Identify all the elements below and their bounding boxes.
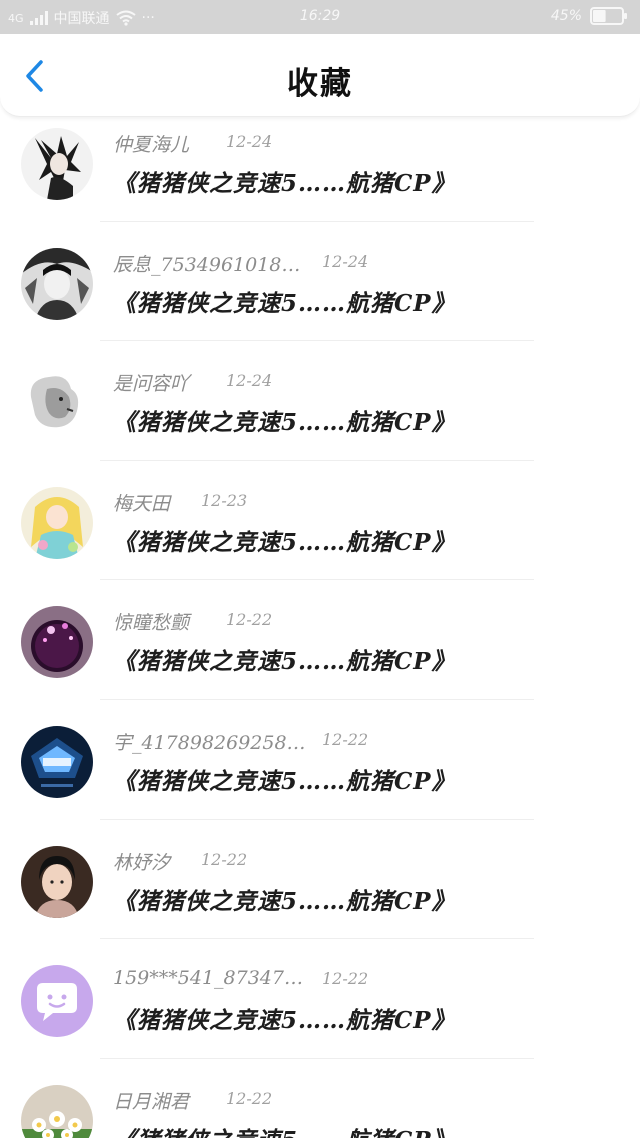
- battery-icon: [590, 7, 628, 25]
- divider: [100, 579, 534, 581]
- avatar[interactable]: [21, 128, 93, 200]
- username: 惊瞳愁颤: [113, 612, 190, 635]
- favorite-meta: 惊瞳愁颤 12-22: [113, 608, 272, 636]
- favorite-date: 12-22: [226, 1088, 273, 1108]
- favorite-title[interactable]: 《猪猪侠之竞速5……航猪CP》: [113, 523, 456, 557]
- avatar[interactable]: [21, 1084, 93, 1138]
- status-time: 16:29: [299, 8, 341, 24]
- divider: [100, 459, 534, 461]
- username: 159***541_87347…: [113, 967, 303, 990]
- favorite-date: 12-22: [322, 729, 369, 749]
- favorite-meta: 159***541_87347… 12-22: [113, 967, 368, 995]
- favorite-title[interactable]: 《猪猪侠之竞速5……航猪CP》: [113, 403, 456, 437]
- favorite-meta: 辰息_7534961018… 12-24: [113, 250, 368, 278]
- avatar[interactable]: [21, 965, 93, 1038]
- username: 梅天田: [113, 492, 171, 515]
- favorite-meta: 林妤汐 12-22: [113, 848, 247, 876]
- header: 收藏: [0, 34, 640, 117]
- page-title: 收藏: [287, 66, 353, 102]
- favorite-meta: 梅天田 12-23: [113, 489, 247, 517]
- battery-percent: 45%: [550, 8, 582, 24]
- favorite-date: 12-22: [322, 969, 369, 989]
- favorite-date: 12-22: [226, 610, 273, 630]
- avatar[interactable]: [21, 606, 93, 679]
- favorite-item[interactable]: 159***541_87347… 12-22 《猪猪侠之竞速5……航猪CP》: [0, 953, 640, 1073]
- divider: [100, 340, 534, 342]
- favorite-date: 12-24: [322, 251, 369, 271]
- favorite-title[interactable]: 《猪猪侠之竞速5……航猪CP》: [113, 1001, 456, 1035]
- favorite-title[interactable]: 《猪猪侠之竞速5……航猪CP》: [113, 642, 456, 676]
- favorite-item[interactable]: 辰息_7534961018… 12-24 《猪猪侠之竞速5……航猪CP》: [0, 236, 640, 356]
- divider: [100, 698, 534, 700]
- username: 辰息_7534961018…: [113, 253, 301, 276]
- username: 是问容吖: [113, 373, 190, 396]
- favorite-title[interactable]: 《猪猪侠之竞速5……航猪CP》: [113, 1121, 456, 1138]
- divider: [100, 1057, 534, 1059]
- favorite-meta: 日月湘君 12-22: [113, 1087, 272, 1115]
- favorite-item[interactable]: 宇_417898269258… 12-22 《猪猪侠之竞速5……航猪CP》: [0, 714, 640, 834]
- avatar[interactable]: [21, 725, 93, 798]
- divider: [100, 938, 534, 940]
- status-bar-right: 45%: [551, 7, 628, 25]
- favorite-date: 12-24: [226, 132, 273, 151]
- favorite-date: 12-23: [201, 490, 248, 510]
- avatar[interactable]: [21, 486, 93, 559]
- avatar[interactable]: [21, 367, 93, 440]
- divider: [100, 220, 534, 222]
- status-bar: 4G 中国联通 ··· 16:29 45%: [0, 0, 640, 34]
- divider: [100, 818, 534, 820]
- favorite-title[interactable]: 《猪猪侠之竞速5……航猪CP》: [113, 762, 456, 796]
- username: 仲夏海儿: [113, 134, 190, 156]
- avatar[interactable]: [21, 247, 93, 320]
- favorite-item[interactable]: 仲夏海儿 12-24 《猪猪侠之竞速5……航猪CP》: [0, 116, 640, 236]
- avatar[interactable]: [21, 845, 93, 918]
- favorite-item[interactable]: 是问容吖 12-24 《猪猪侠之竞速5……航猪CP》: [0, 355, 640, 475]
- favorite-item[interactable]: 惊瞳愁颤 12-22 《猪猪侠之竞速5……航猪CP》: [0, 594, 640, 714]
- favorite-date: 12-22: [201, 849, 248, 869]
- favorite-item[interactable]: 林妤汐 12-22 《猪猪侠之竞速5……航猪CP》: [0, 834, 640, 954]
- username: 宇_417898269258…: [113, 731, 306, 754]
- favorite-meta: 仲夏海儿 12-24: [113, 130, 272, 158]
- favorite-meta: 宇_417898269258… 12-22: [113, 728, 368, 756]
- favorite-meta: 是问容吖 12-24: [113, 369, 272, 397]
- favorites-list: 仲夏海儿 12-24 《猪猪侠之竞速5……航猪CP》 辰息_7534961018… 12…: [0, 116, 640, 1138]
- favorite-title[interactable]: 《猪猪侠之竞速5……航猪CP》: [113, 882, 456, 916]
- favorite-date: 12-24: [226, 371, 273, 391]
- favorite-title[interactable]: 《猪猪侠之竞速5……航猪CP》: [113, 164, 456, 198]
- favorite-item[interactable]: 梅天田 12-23 《猪猪侠之竞速5……航猪CP》: [0, 475, 640, 595]
- favorite-title[interactable]: 《猪猪侠之竞速5……航猪CP》: [113, 284, 456, 318]
- favorite-item[interactable]: 日月湘君 12-22 《猪猪侠之竞速5……航猪CP》: [0, 1073, 640, 1138]
- username: 林妤汐: [113, 851, 171, 874]
- username: 日月湘君: [113, 1090, 190, 1113]
